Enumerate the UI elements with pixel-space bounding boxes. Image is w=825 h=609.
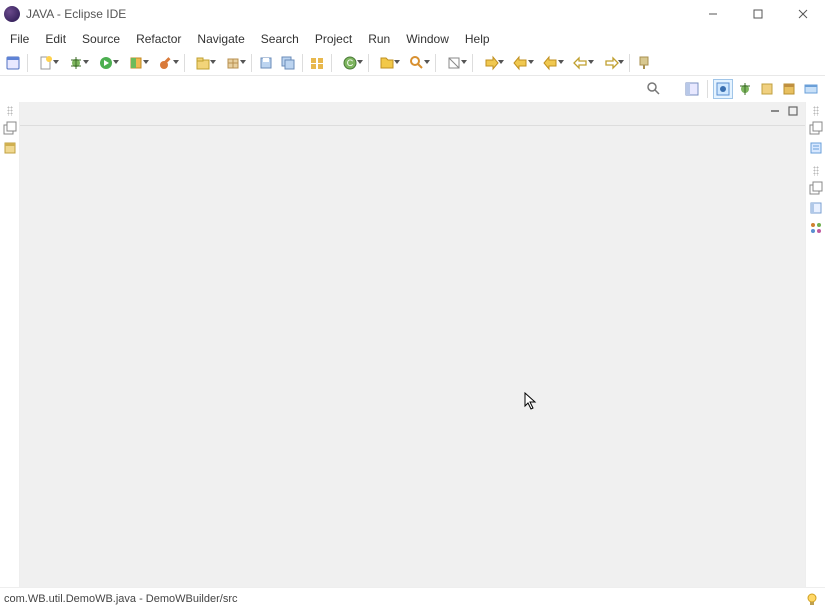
coverage-button[interactable] bbox=[122, 53, 150, 73]
run-button[interactable] bbox=[92, 53, 120, 73]
menu-help[interactable]: Help bbox=[457, 30, 498, 48]
package-explorer-min-icon[interactable] bbox=[2, 140, 18, 156]
pin-editor-button[interactable] bbox=[634, 53, 654, 73]
minimize-button[interactable] bbox=[690, 0, 735, 28]
toolbar-separator bbox=[435, 54, 436, 72]
tip-icon[interactable] bbox=[805, 592, 819, 606]
toolbar-separator bbox=[368, 54, 369, 72]
menu-navigate[interactable]: Navigate bbox=[189, 30, 252, 48]
menubar: File Edit Source Refactor Navigate Searc… bbox=[0, 28, 825, 50]
search-button[interactable] bbox=[403, 53, 431, 73]
open-type-button[interactable] bbox=[307, 53, 327, 73]
toolbar-separator bbox=[302, 54, 303, 72]
restore-view-icon[interactable] bbox=[808, 120, 824, 136]
main-toolbar: C bbox=[0, 50, 825, 76]
toolbar-separator bbox=[27, 54, 28, 72]
back-button[interactable] bbox=[567, 53, 595, 73]
task-list-min-icon[interactable] bbox=[808, 140, 824, 156]
window-controls bbox=[690, 0, 825, 28]
new-java-package-button[interactable] bbox=[219, 53, 247, 73]
right-trim-stack bbox=[805, 102, 825, 607]
left-trim-stack bbox=[0, 102, 20, 607]
drag-handle-icon[interactable] bbox=[813, 166, 819, 176]
workarea bbox=[0, 102, 825, 607]
maximize-view-icon[interactable] bbox=[787, 105, 801, 119]
menu-run[interactable]: Run bbox=[360, 30, 398, 48]
editor-area bbox=[20, 102, 805, 607]
new-java-project-button[interactable] bbox=[189, 53, 217, 73]
next-annotation-button[interactable] bbox=[477, 53, 505, 73]
new-button[interactable] bbox=[32, 53, 60, 73]
editor-tabstrip bbox=[20, 102, 805, 126]
outline-min-icon[interactable] bbox=[808, 200, 824, 216]
toolbar-separator bbox=[472, 54, 473, 72]
menu-edit[interactable]: Edit bbox=[37, 30, 74, 48]
debug-button[interactable] bbox=[62, 53, 90, 73]
minimize-view-icon[interactable] bbox=[769, 105, 783, 119]
menu-window[interactable]: Window bbox=[398, 30, 457, 48]
save-all-button[interactable] bbox=[278, 53, 298, 73]
forward-button[interactable] bbox=[597, 53, 625, 73]
restore-view-icon[interactable] bbox=[808, 180, 824, 196]
menu-refactor[interactable]: Refactor bbox=[128, 30, 189, 48]
new-class-button[interactable]: C bbox=[336, 53, 364, 73]
last-edit-button[interactable] bbox=[537, 53, 565, 73]
statusbar: com.WB.util.DemoWB.java - DemoWBuilder/s… bbox=[0, 587, 825, 609]
maximize-button[interactable] bbox=[735, 0, 780, 28]
toolbar-separator bbox=[331, 54, 332, 72]
toolbar-separator bbox=[707, 80, 708, 98]
team-sync-perspective-button[interactable] bbox=[757, 79, 777, 99]
window-title: JAVA - Eclipse IDE bbox=[26, 7, 126, 21]
status-text: com.WB.util.DemoWB.java - DemoWBuilder/s… bbox=[4, 593, 238, 605]
menu-file[interactable]: File bbox=[2, 30, 37, 48]
svg-text:C: C bbox=[347, 58, 354, 68]
previous-annotation-button[interactable] bbox=[507, 53, 535, 73]
restore-view-icon[interactable] bbox=[2, 120, 18, 136]
open-task-button[interactable] bbox=[373, 53, 401, 73]
eclipse-icon bbox=[4, 6, 20, 22]
drag-handle-icon[interactable] bbox=[7, 106, 13, 116]
menu-source[interactable]: Source bbox=[74, 30, 128, 48]
close-button[interactable] bbox=[780, 0, 825, 28]
menu-search[interactable]: Search bbox=[253, 30, 307, 48]
resource-perspective-button[interactable] bbox=[779, 79, 799, 99]
structure-min-icon[interactable] bbox=[808, 220, 824, 236]
quick-access-search-icon[interactable] bbox=[644, 79, 664, 99]
perspective-bar bbox=[0, 76, 825, 102]
toolbar-separator bbox=[184, 54, 185, 72]
menu-project[interactable]: Project bbox=[307, 30, 360, 48]
open-perspective-button[interactable] bbox=[3, 53, 23, 73]
save-button[interactable] bbox=[256, 53, 276, 73]
toolbar-separator bbox=[629, 54, 630, 72]
editor-body[interactable] bbox=[20, 126, 805, 607]
run-last-tool-button[interactable] bbox=[152, 53, 180, 73]
javaee-perspective-button[interactable] bbox=[801, 79, 821, 99]
java-perspective-button[interactable] bbox=[713, 79, 733, 99]
open-perspective-icon[interactable] bbox=[682, 79, 702, 99]
drag-handle-icon[interactable] bbox=[813, 106, 819, 116]
titlebar: JAVA - Eclipse IDE bbox=[0, 0, 825, 28]
toggle-ant-mark-button[interactable] bbox=[440, 53, 468, 73]
toolbar-separator bbox=[251, 54, 252, 72]
debug-perspective-button[interactable] bbox=[735, 79, 755, 99]
